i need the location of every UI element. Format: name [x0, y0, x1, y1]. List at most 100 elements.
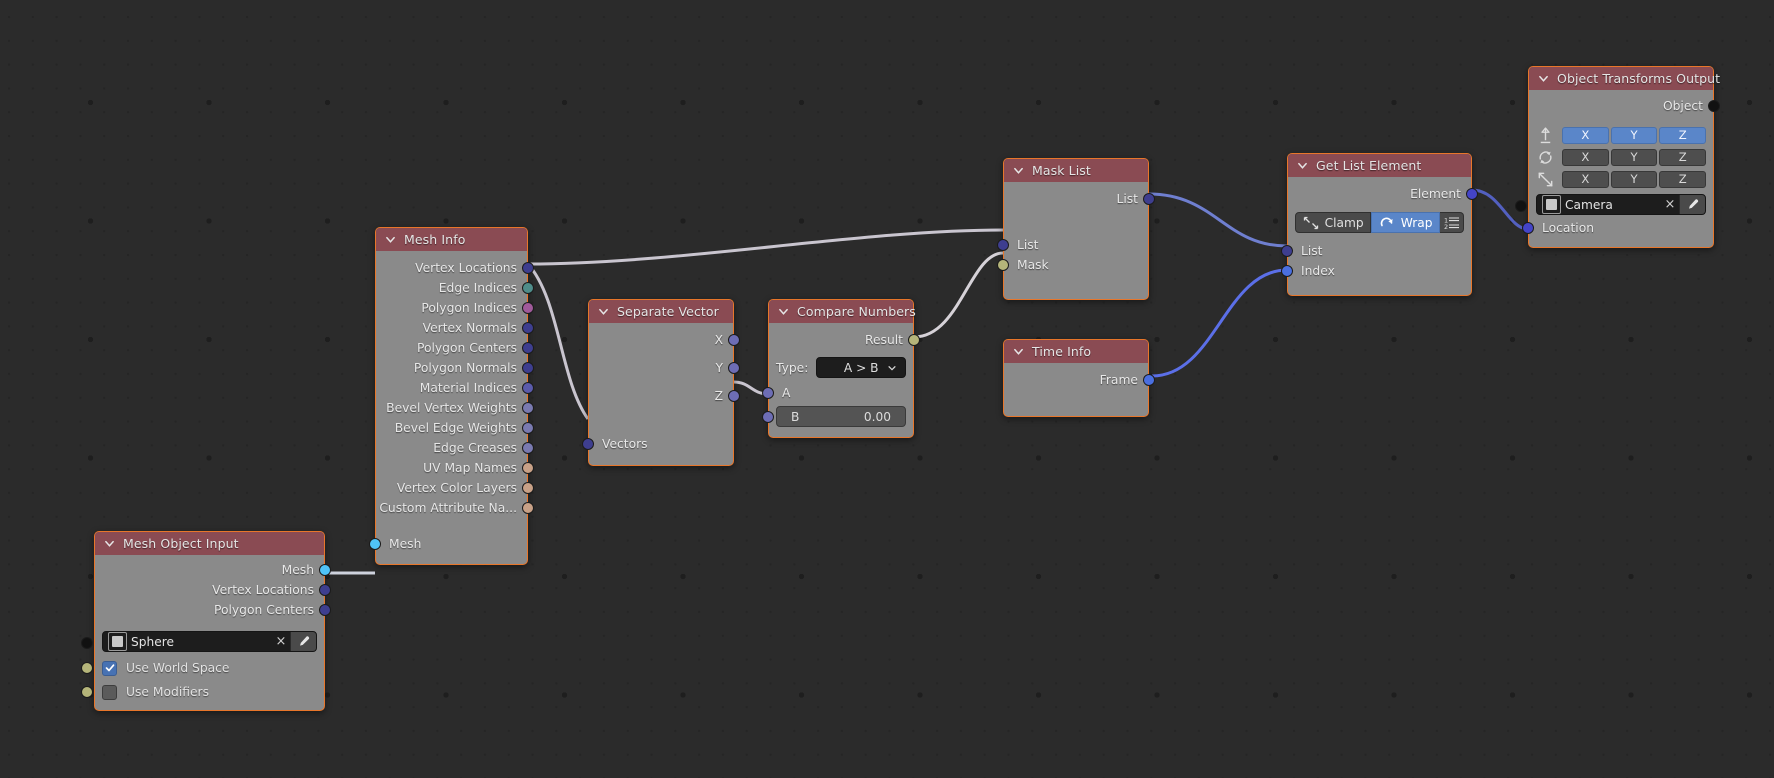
socket-float[interactable] — [762, 411, 774, 423]
rotation-axis-buttons[interactable]: X Y Z — [1562, 148, 1707, 166]
output-socket-row[interactable]: Vertex Color Layers — [376, 478, 534, 498]
socket-float-list[interactable] — [522, 402, 534, 414]
eyedropper-icon[interactable] — [1679, 195, 1705, 214]
output-socket-row[interactable]: Polygon Centers — [376, 338, 534, 358]
output-socket-row[interactable]: Bevel Edge Weights — [376, 418, 534, 438]
input-socket-row[interactable]: Mesh — [369, 534, 527, 554]
scale-axis-buttons[interactable]: X Y Z — [1562, 170, 1707, 188]
node-mesh-object-input[interactable]: Mesh Object Input Mesh Vertex Locations … — [81, 531, 331, 711]
socket-vector-list[interactable] — [522, 262, 534, 274]
node-editor-canvas[interactable]: Mesh Object Input Mesh Vertex Locations … — [0, 0, 1774, 778]
chevron-down-icon[interactable] — [1297, 160, 1308, 171]
chevron-down-icon[interactable] — [778, 306, 789, 317]
socket-vector-list[interactable] — [1143, 193, 1155, 205]
node-header[interactable]: Get List Element — [1288, 154, 1471, 177]
output-socket-row[interactable]: X — [589, 330, 740, 350]
output-socket-row[interactable]: Polygon Centers — [95, 600, 331, 620]
node-header[interactable]: Time Info — [1004, 340, 1148, 363]
output-socket-row[interactable]: Material Indices — [376, 378, 534, 398]
output-socket-row[interactable]: Vertex Normals — [376, 318, 534, 338]
input-socket-row[interactable]: Location — [1522, 218, 1713, 238]
socket-vector[interactable] — [1466, 188, 1478, 200]
clear-object-button[interactable]: × — [272, 634, 290, 649]
rotation-y-button[interactable]: Y — [1610, 148, 1658, 166]
checkbox-use-modifiers[interactable] — [102, 684, 117, 700]
socket-vector-list[interactable] — [319, 584, 331, 596]
socket-vector-list[interactable] — [1281, 245, 1293, 257]
node-time-info[interactable]: Time Info Frame — [1003, 339, 1155, 417]
chevron-down-icon[interactable] — [1013, 165, 1024, 176]
node-object-transforms-output[interactable]: Object Transforms Output Object X Y Z X … — [1515, 66, 1720, 248]
output-socket-row[interactable]: UV Map Names — [376, 458, 534, 478]
location-z-button[interactable]: Z — [1659, 126, 1707, 144]
input-socket-row[interactable]: A — [762, 383, 913, 403]
object-field[interactable]: Sphere × — [102, 631, 317, 652]
socket-object[interactable] — [1515, 200, 1527, 212]
output-socket-row[interactable]: Edge Creases — [376, 438, 534, 458]
output-socket-row[interactable]: Vertex Locations — [95, 580, 331, 600]
socket-polygon-indices[interactable] — [522, 302, 534, 314]
chevron-down-icon[interactable] — [598, 306, 609, 317]
location-y-button[interactable]: Y — [1610, 126, 1658, 144]
checkbox-row-use-modifiers[interactable]: Use Modifiers — [81, 680, 324, 704]
input-socket-row[interactable]: Mask — [997, 255, 1148, 275]
scale-y-button[interactable]: Y — [1610, 170, 1658, 188]
output-socket-row[interactable]: Z — [589, 386, 740, 406]
node-header[interactable]: Compare Numbers — [769, 300, 916, 323]
socket-boolean-list[interactable] — [997, 259, 1009, 271]
node-mask-list[interactable]: Mask List List List Mask — [997, 158, 1155, 300]
clamp-toggle-button[interactable]: Clamp — [1295, 212, 1372, 233]
input-socket-row[interactable]: Index — [1281, 261, 1471, 281]
checkbox-row-use-world-space[interactable]: Use World Space — [81, 656, 324, 680]
node-get-list-element[interactable]: Get List Element Element Clamp Wrap 1 2 … — [1281, 153, 1478, 296]
checkbox-use-world-space[interactable] — [102, 660, 117, 676]
socket-float-list[interactable] — [522, 422, 534, 434]
wrap-toggle-button[interactable]: Wrap — [1371, 212, 1441, 233]
socket-vector-list[interactable] — [522, 362, 534, 374]
socket-vector-list[interactable] — [522, 342, 534, 354]
chevron-down-icon[interactable] — [104, 538, 115, 549]
output-socket-row[interactable]: Object — [1529, 96, 1720, 116]
socket-string-list[interactable] — [522, 482, 534, 494]
node-header[interactable]: Object Transforms Output — [1529, 67, 1720, 90]
input-socket-row[interactable]: List — [997, 235, 1148, 255]
output-socket-row[interactable]: List — [1004, 189, 1155, 209]
chevron-down-icon[interactable] — [1013, 346, 1024, 357]
socket-vector[interactable] — [1522, 222, 1534, 234]
socket-string-list[interactable] — [522, 462, 534, 474]
output-socket-row[interactable]: Polygon Normals — [376, 358, 534, 378]
node-header[interactable]: Separate Vector — [589, 300, 733, 323]
location-x-button[interactable]: X — [1562, 126, 1609, 144]
output-socket-row[interactable]: Mesh — [95, 560, 331, 580]
node-compare-numbers[interactable]: Compare Numbers Result Type: A > B A B 0… — [762, 299, 920, 438]
location-axis-buttons[interactable]: X Y Z — [1562, 126, 1707, 144]
output-socket-row[interactable]: Bevel Vertex Weights — [376, 398, 534, 418]
socket-mesh[interactable] — [369, 538, 381, 550]
socket-boolean[interactable] — [81, 686, 93, 698]
node-header[interactable]: Mesh Object Input — [95, 532, 324, 555]
rotation-x-button[interactable]: X — [1562, 148, 1609, 166]
node-separate-vector[interactable]: Separate Vector X Y Z Vectors — [582, 299, 740, 466]
chevron-down-icon[interactable] — [1538, 73, 1549, 84]
node-header[interactable]: Mask List — [1004, 159, 1148, 182]
socket-object[interactable] — [1708, 100, 1720, 112]
transform-row-location[interactable]: X Y Z — [1529, 125, 1713, 145]
input-socket-row[interactable]: Vectors — [582, 434, 733, 454]
rotation-z-button[interactable]: Z — [1659, 148, 1707, 166]
socket-vector-list[interactable] — [319, 604, 331, 616]
socket-string-list[interactable] — [522, 502, 534, 514]
eyedropper-icon[interactable] — [290, 632, 316, 651]
socket-float-list[interactable] — [728, 390, 740, 402]
b-number-field[interactable]: B 0.00 — [776, 406, 906, 427]
output-socket-row[interactable]: Result — [769, 330, 920, 350]
output-socket-row[interactable]: Frame — [1004, 370, 1155, 390]
chevron-down-icon[interactable] — [385, 234, 396, 245]
input-socket-row[interactable]: List — [1281, 241, 1471, 261]
output-socket-row[interactable]: Custom Attribute Na... — [376, 498, 534, 518]
segmented-control[interactable]: Clamp Wrap 1 2 — [1295, 212, 1465, 233]
scale-x-button[interactable]: X — [1562, 170, 1609, 188]
clear-object-button[interactable]: × — [1661, 197, 1679, 212]
output-socket-row[interactable]: Element — [1288, 184, 1478, 204]
socket-vector-list[interactable] — [582, 438, 594, 450]
socket-integer-list[interactable] — [522, 282, 534, 294]
